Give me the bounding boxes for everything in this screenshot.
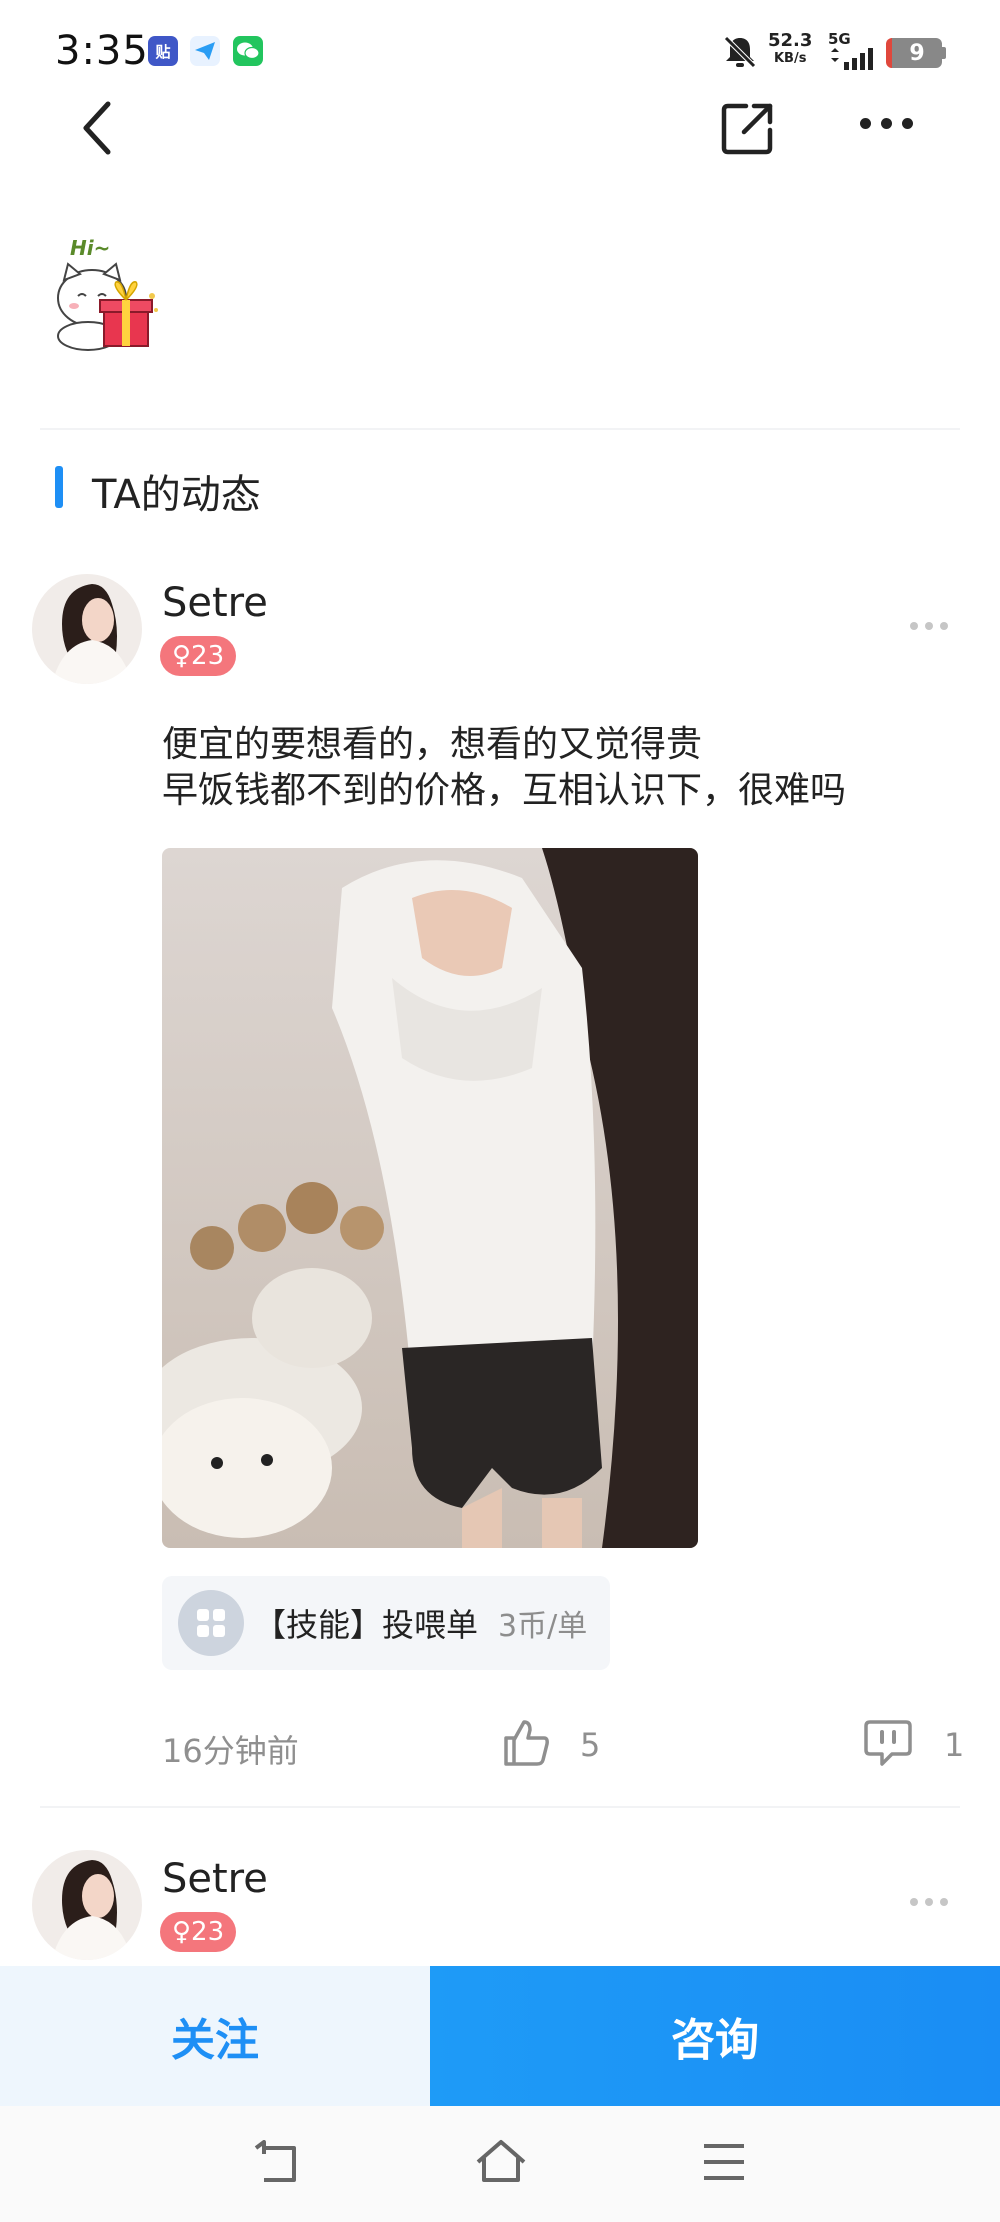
wechat-app-icon [233,36,263,66]
back-button[interactable] [78,98,118,162]
more-dot [860,118,871,129]
signal-icon [828,48,878,74]
home-nav-icon[interactable] [474,2138,528,2190]
more-dot [925,1898,933,1906]
more-dot [940,1898,948,1906]
chevron-left-icon [83,101,111,155]
skill-label: 【技能】投喂单 [254,1606,479,1644]
skill-card[interactable]: 【技能】投喂单 3币/单 [162,1576,610,1670]
thumbs-up-icon [504,1720,549,1766]
system-nav-bar [0,2106,1000,2222]
battery-cap [942,47,946,59]
battery-indicator: 9 [886,38,942,68]
divider [40,1806,960,1808]
section-accent-bar [55,466,63,508]
share-icon [721,103,773,155]
back-nav-icon[interactable] [252,2140,302,2190]
gender-age-badge: ♀23 [160,1912,237,1952]
share-button[interactable] [718,98,778,162]
network-speed-unit: KB/s [773,51,807,66]
mute-bell-icon [722,34,758,74]
send-app-icon [190,36,220,66]
section-title: TA的动态 [92,472,261,518]
comment-button[interactable] [862,1718,914,1772]
post-time: 16分钟前 [162,1732,299,1770]
hi-cat-gift-sticker: Hi~ [48,236,168,356]
like-button[interactable] [500,1716,552,1772]
more-button[interactable] [860,118,913,129]
more-dot [910,622,918,630]
skill-price: 3币/单 [498,1609,588,1644]
gender-age-badge: ♀23 [160,636,237,676]
follow-button[interactable]: 关注 [0,1966,430,2106]
more-dot [925,622,933,630]
username[interactable]: Setre [162,580,268,626]
menu-nav-icon[interactable] [702,2142,746,2186]
post-more-button[interactable] [910,1898,948,1906]
comment-icon [864,1720,912,1766]
more-dot [940,622,948,630]
user-avatar[interactable] [32,1850,142,1960]
network-speed: 52.3 KB/s [768,32,812,68]
network-speed-value: 52.3 [768,30,813,51]
post-text: 便宜的要想看的，想看的又觉得贵 早饭钱都不到的价格，互相认识下，很难吗 [162,724,847,811]
more-dot [910,1898,918,1906]
post-more-button[interactable] [910,622,948,630]
apps-grid-icon [178,1590,244,1656]
like-count: 5 [580,1726,601,1764]
network-type: 5G [828,30,851,48]
tieba-app-icon: 贴 [148,36,178,66]
consult-button[interactable]: 咨询 [430,1966,1000,2106]
status-time: 3:35 [55,28,149,74]
more-dot [881,118,892,129]
more-dot [902,118,913,129]
comment-count: 1 [944,1726,965,1764]
divider [40,428,960,430]
post-photo[interactable] [162,848,698,1548]
user-avatar[interactable] [32,574,142,684]
username[interactable]: Setre [162,1856,268,1902]
